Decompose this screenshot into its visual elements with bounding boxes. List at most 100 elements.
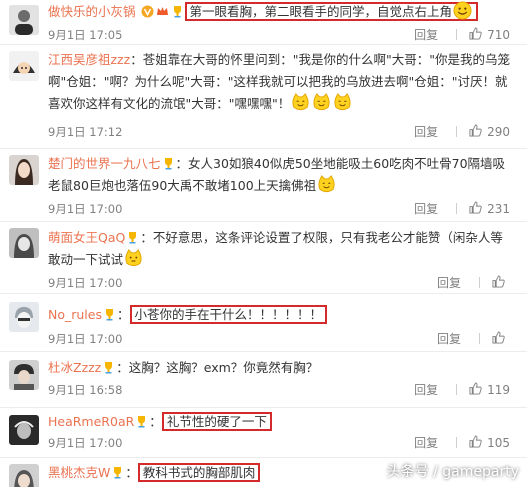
reply-button[interactable]: 回复	[414, 26, 438, 43]
cat-laugh-emoji-icon	[317, 175, 336, 194]
reply-button[interactable]: 回复	[437, 274, 461, 291]
comment-actions: 回复 119	[414, 381, 510, 398]
reply-button[interactable]: 回复	[414, 434, 438, 451]
reply-button[interactable]: 回复	[414, 123, 438, 140]
username-link[interactable]: 楚门的世界一九八七	[48, 156, 161, 171]
separator	[136, 4, 140, 19]
like-icon[interactable]	[469, 26, 482, 43]
like-count: 290	[487, 124, 510, 139]
username-link[interactable]: 做快乐的小灰锅	[48, 4, 136, 19]
avatar[interactable]	[9, 360, 39, 390]
comment-item: 做快乐的小灰锅 第一眼看胸，第二眼看手的同学，自觉点右上角 9月1日 17:05…	[0, 0, 527, 45]
avatar[interactable]	[9, 302, 39, 332]
comment-text: 萌面女王QaQ ：不好意思，这条评论设置了权限，只有我老公才能赞（闲杂人等敢动一下…	[48, 227, 515, 271]
reply-button[interactable]: 回复	[414, 381, 438, 398]
reply-button[interactable]: 回复	[414, 200, 438, 217]
like-count: 105	[487, 435, 510, 450]
cat-emoji-icon	[124, 249, 143, 268]
divider	[456, 437, 458, 448]
comment-text: 江西吴彦祖zzz：苍姐靠在大哥的怀里问到："我是你的什么啊"大哥："你是我的乌笼…	[48, 49, 515, 115]
avatar[interactable]	[9, 464, 39, 487]
timestamp: 9月1日 17:00	[48, 436, 123, 450]
like-icon[interactable]	[469, 434, 482, 451]
like-icon[interactable]	[469, 123, 482, 140]
timestamp: 9月1日 17:00	[48, 276, 123, 290]
avatar[interactable]	[9, 228, 39, 258]
grin-emoji-icon	[453, 1, 472, 20]
avatar[interactable]	[9, 415, 39, 445]
comment-text: No_rules ： 小苍你的手在干什么！！！！！！	[48, 304, 515, 326]
separator: ：	[149, 414, 162, 429]
highlight-box: 小苍你的手在干什么！！！！！！	[129, 305, 328, 324]
comment-actions: 回复	[437, 330, 510, 347]
timestamp: 9月1日 17:00	[48, 332, 123, 346]
username-link[interactable]: 黑桃杰克W	[48, 465, 110, 480]
comment-content: 教科书式的胸部肌肉	[142, 465, 256, 480]
avatar[interactable]	[9, 155, 39, 185]
cat-laugh-emoji-icon	[333, 93, 352, 112]
like-icon[interactable]	[469, 200, 482, 217]
like-icon[interactable]	[469, 381, 482, 398]
comment-content: 这胸？这胸？exm？你竟然有胸？	[128, 360, 319, 375]
highlight-box: 第一眼看胸，第二眼看手的同学，自觉点右上角	[184, 1, 479, 21]
timestamp: 9月1日 17:05	[48, 28, 123, 42]
comment-item: 萌面女王QaQ ：不好意思，这条评论设置了权限，只有我老公才能赞（闲杂人等敢动一下…	[0, 222, 527, 294]
comment-text: 楚门的世界一九八七 ：女人30如狼40似虎50坐地能吸土60吃肉不吐骨70隔墙吸老…	[48, 153, 515, 197]
member-crown-icon	[156, 3, 169, 16]
timestamp: 9月1日 17:00	[48, 202, 123, 216]
username-link[interactable]: No_rules	[48, 307, 102, 322]
divider	[456, 384, 458, 395]
comment-text: 杜冰Zzzz ：这胸？这胸？exm？你竟然有胸？	[48, 357, 515, 379]
like-count: 710	[487, 27, 510, 42]
separator: ：	[130, 52, 143, 67]
like-icon[interactable]	[492, 330, 505, 347]
divider	[456, 29, 458, 40]
comment-actions: 回复 105	[414, 434, 510, 451]
timestamp: 9月1日 16:58	[48, 383, 123, 397]
highlight-box: 礼节性的硬了一下	[161, 412, 272, 431]
avatar[interactable]	[9, 51, 39, 81]
comment-text: 做快乐的小灰锅 第一眼看胸，第二眼看手的同学，自觉点右上角	[48, 1, 515, 23]
separator: ：	[140, 230, 153, 245]
comment-actions: 回复 231	[414, 200, 510, 217]
like-count: 119	[487, 382, 510, 397]
trophy-icon	[162, 155, 175, 170]
cat-laugh-emoji-icon	[291, 93, 310, 112]
reply-button[interactable]: 回复	[437, 330, 461, 347]
trophy-icon	[135, 413, 148, 428]
username-link[interactable]: 萌面女王QaQ	[48, 230, 125, 245]
trophy-icon	[171, 3, 184, 18]
like-count: 231	[487, 201, 510, 216]
comment-content: 第一眼看胸，第二眼看手的同学，自觉点右上角	[189, 4, 453, 19]
separator: ：	[117, 307, 130, 322]
comment-actions: 回复 710	[414, 26, 510, 43]
comment-text: HeaRmeR0aR ： 礼节性的硬了一下	[48, 411, 515, 433]
comment-content: 礼节性的硬了一下	[166, 414, 267, 429]
trophy-icon	[102, 359, 115, 374]
username-link[interactable]: 江西吴彦祖zzz	[48, 52, 130, 67]
comment-item: No_rules ： 小苍你的手在干什么！！！！！！ 9月1日 17:00 回复	[0, 294, 527, 352]
comment-item: 杜冰Zzzz ：这胸？这胸？exm？你竟然有胸？ 9月1日 16:58 回复 119	[0, 352, 527, 408]
comment-actions: 回复	[437, 274, 510, 291]
avatar[interactable]	[9, 5, 39, 35]
verified-v-icon	[141, 3, 154, 18]
comment-item: HeaRmeR0aR ： 礼节性的硬了一下 9月1日 17:00 回复 105	[0, 408, 527, 458]
divider	[456, 126, 458, 137]
username-link[interactable]: HeaRmeR0aR	[48, 414, 134, 429]
trophy-icon	[103, 306, 116, 321]
separator: ：	[116, 360, 129, 375]
comment-actions: 回复 290	[414, 123, 510, 140]
divider	[479, 333, 480, 344]
trophy-icon	[126, 229, 139, 244]
highlight-box: 教科书式的胸部肌肉	[137, 463, 261, 482]
separator: ：	[125, 465, 138, 480]
timestamp: 9月1日 17:12	[48, 125, 123, 139]
cat-laugh-emoji-icon	[312, 93, 331, 112]
comment-item: 江西吴彦祖zzz：苍姐靠在大哥的怀里问到："我是你的什么啊"大哥："你是我的乌笼…	[0, 45, 527, 149]
like-icon[interactable]	[492, 274, 505, 291]
separator: ：	[175, 156, 189, 171]
comment-content: 小苍你的手在干什么！！！！！！	[134, 307, 323, 322]
username-link[interactable]: 杜冰Zzzz	[48, 360, 101, 375]
comment-item: 楚门的世界一九八七 ：女人30如狼40似虎50坐地能吸土60吃肉不吐骨70隔墙吸老…	[0, 149, 527, 222]
divider	[479, 277, 480, 288]
